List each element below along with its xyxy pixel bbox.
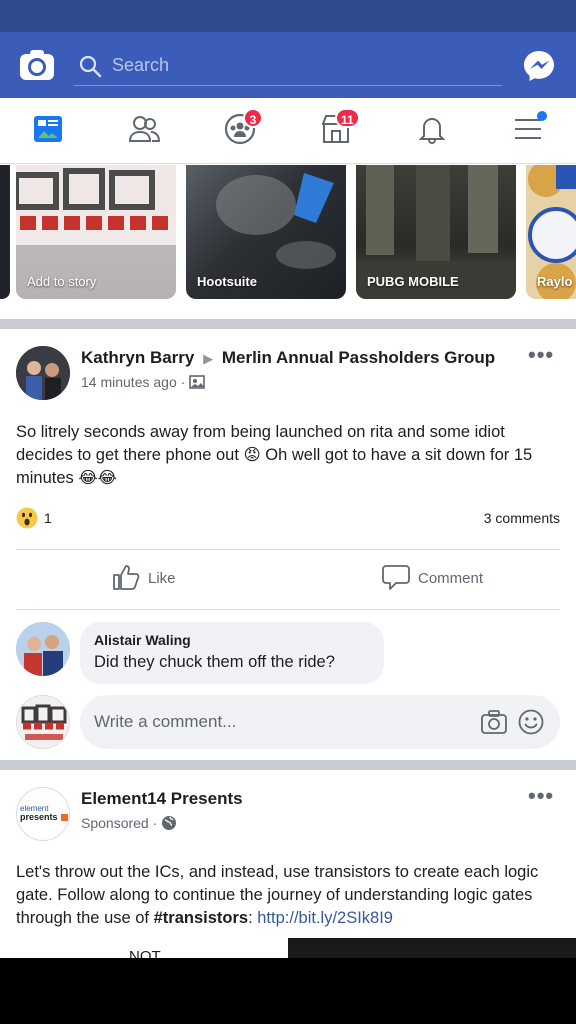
like-label: Like <box>148 570 176 587</box>
messenger-icon[interactable] <box>522 49 556 83</box>
top-bar: Search <box>0 32 576 98</box>
story-label: PUBG MOBILE <box>367 274 459 289</box>
post-divider <box>16 609 560 610</box>
tab-bar: 3 11 <box>0 98 576 164</box>
arrow-right-icon: ▶ <box>203 351 214 366</box>
post-card <box>0 329 576 757</box>
post-text: So litrely seconds away from being launc… <box>16 423 533 487</box>
like-icon <box>113 565 140 590</box>
tab-notifications[interactable] <box>412 112 452 148</box>
story-hootsuite[interactable]: Hootsuite <box>186 165 346 299</box>
post-options-icon[interactable]: ••• <box>528 783 554 809</box>
comments-count[interactable]: 3 comments <box>484 510 560 526</box>
post-author-line: Kathryn Barry ▶ Merlin Annual Passholder… <box>81 348 495 368</box>
comment-input[interactable]: Write a comment... <box>80 695 560 749</box>
media-preview-left[interactable]: NOT <box>0 938 288 965</box>
advertiser-avatar[interactable]: element presents <box>16 787 70 841</box>
comment-text: Did they chuck them off the ride? <box>94 653 335 671</box>
section-divider <box>0 319 576 329</box>
comment-icon <box>382 565 410 590</box>
status-bar <box>0 0 576 32</box>
globe-icon <box>162 816 177 830</box>
post-text-separator: : <box>248 909 258 927</box>
post-time[interactable]: 14 minutes ago <box>81 374 177 390</box>
post-author[interactable]: Element14 Presents <box>81 789 243 809</box>
story-label: Add to story <box>27 274 97 289</box>
hashtag-link[interactable]: #transistors <box>154 909 248 927</box>
notifications-icon <box>418 118 446 144</box>
friends-icon <box>128 116 161 142</box>
my-avatar <box>16 695 70 749</box>
post-author[interactable]: Kathryn Barry <box>81 348 194 367</box>
comment-bubble[interactable]: Alistair Waling Did they chuck them off … <box>80 622 384 684</box>
comment-button[interactable]: Comment <box>382 563 512 595</box>
stories-tray: Add to story Hootsuite PUBG MOBILE Raylo <box>0 165 576 317</box>
meta-separator: · <box>152 815 162 831</box>
wow-reaction-icon <box>16 507 38 529</box>
avatar-logo-mark <box>61 814 68 821</box>
story-pubg-mobile[interactable]: PUBG MOBILE <box>356 165 516 299</box>
post-text: Let's throw out the ICs, and instead, us… <box>16 861 564 930</box>
reaction-count: 1 <box>44 510 52 526</box>
post-meta: Sponsored · <box>81 815 177 831</box>
search-bar[interactable]: Search <box>74 50 502 86</box>
emoji-icon[interactable] <box>517 708 545 736</box>
camera-icon[interactable] <box>480 709 508 735</box>
media-preview-right[interactable] <box>288 938 576 958</box>
story-edge <box>0 165 10 299</box>
post-options-icon[interactable]: ••• <box>528 342 554 368</box>
group-privacy-icon <box>189 375 205 389</box>
menu-notification-dot <box>537 111 547 121</box>
author-avatar[interactable] <box>16 346 70 400</box>
tab-marketplace[interactable]: 11 <box>316 108 360 148</box>
search-icon <box>79 55 102 78</box>
section-divider <box>0 760 576 770</box>
navigation-bar-area <box>0 958 576 1024</box>
tab-groups[interactable]: 3 <box>220 108 263 148</box>
post-meta: 14 minutes ago · <box>81 374 205 390</box>
commenter-avatar[interactable] <box>16 622 70 676</box>
comment-placeholder: Write a comment... <box>94 712 237 731</box>
groups-badge: 3 <box>243 108 263 128</box>
like-button[interactable]: Like <box>112 563 212 595</box>
tab-news-feed[interactable] <box>28 112 68 148</box>
comment-author[interactable]: Alistair Waling <box>94 632 191 648</box>
post-link[interactable]: http://bit.ly/2SIk8I9 <box>257 909 393 927</box>
story-label: Raylo <box>537 274 573 289</box>
meta-separator: · <box>180 374 190 390</box>
post-group[interactable]: Merlin Annual Passholders Group <box>222 348 495 367</box>
marketplace-badge: 11 <box>335 108 360 128</box>
comment-label: Comment <box>418 570 484 587</box>
story-label: Hootsuite <box>197 274 257 289</box>
post-divider <box>16 549 560 550</box>
tab-friends[interactable] <box>124 112 164 148</box>
sponsored-label[interactable]: Sponsored <box>81 815 149 831</box>
search-input[interactable]: Search <box>112 55 169 76</box>
avatar-text: presents <box>20 812 58 822</box>
story-add-to-story[interactable]: Add to story <box>16 165 176 299</box>
story-raylo[interactable]: Raylo <box>526 165 576 299</box>
camera-icon[interactable] <box>18 48 56 82</box>
news-feed-icon <box>34 116 62 142</box>
